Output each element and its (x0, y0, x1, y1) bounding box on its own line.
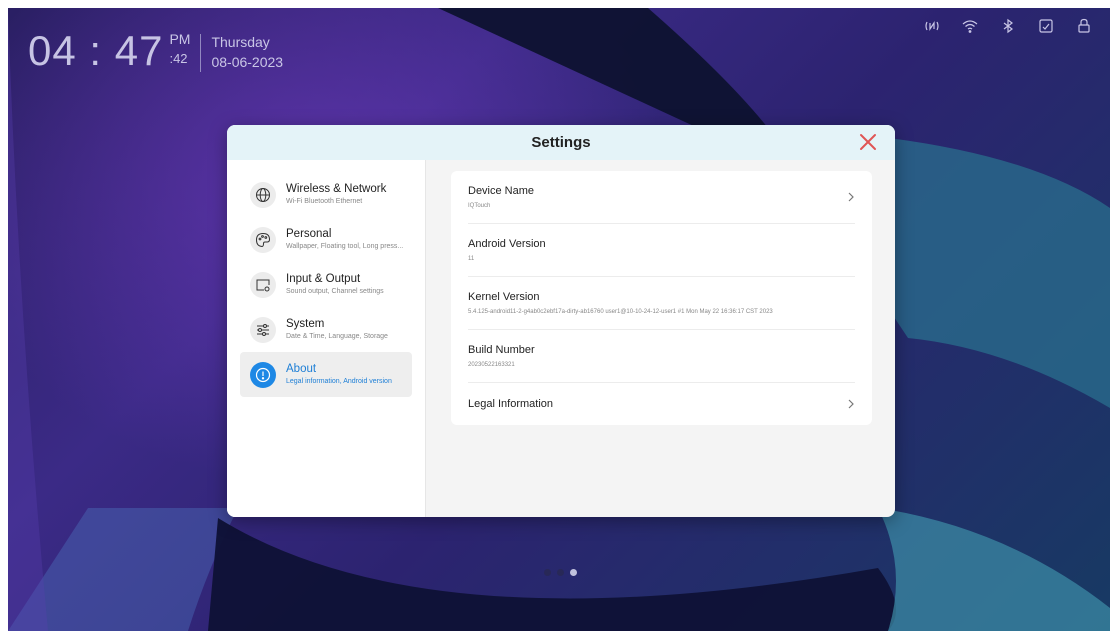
row-title: Build Number (468, 343, 535, 356)
clock-widget: 04 : 47 PM :42 Thursday 08-06-2023 (28, 30, 283, 72)
row-title: Device Name (468, 184, 535, 197)
sidebar-item-subtitle: Wi-Fi Bluetooth Ethernet (286, 198, 363, 205)
row-value: 11 (468, 255, 475, 262)
row-title: Legal Information (468, 398, 553, 410)
date-block: Thursday 08-06-2023 (211, 30, 283, 72)
weekday-label: Thursday (211, 34, 270, 50)
clock-meridiem: PM :42 (169, 30, 190, 66)
sidebar-item-about[interactable]: About Legal information, Android version (240, 352, 412, 397)
sidebar-item-input-output[interactable]: Input & Output Sound output, Channel set… (240, 262, 412, 307)
page-indicator (544, 569, 577, 576)
desktop-screen: 04 : 47 PM :42 Thursday 08-06-2023 Setti… (8, 8, 1110, 631)
about-panel: Device Name IQTouch Android Version 11 K… (451, 171, 872, 425)
row-value: 5.4.125-android11-2-g4ab0c2ebf17a-dirty-… (468, 308, 773, 315)
sliders-icon (250, 316, 276, 343)
dialog-header: Settings (227, 125, 895, 160)
sidebar-item-subtitle: Wallpaper, Floating tool, Long press... (286, 243, 404, 250)
close-button[interactable] (859, 133, 877, 151)
settings-dialog: Settings Wireless & Network Wi-Fi Blueto… (227, 125, 895, 517)
bluetooth-icon[interactable] (1000, 18, 1016, 34)
sidebar-item-label: Personal (286, 228, 332, 240)
lock-icon[interactable] (1076, 18, 1092, 34)
settings-sidebar: Wireless & Network Wi-Fi Bluetooth Ether… (227, 160, 426, 517)
sidebar-item-subtitle: Legal information, Android version (286, 378, 392, 385)
sidebar-item-system[interactable]: System Date & Time, Language, Storage (240, 307, 412, 352)
page-dot-active[interactable] (570, 569, 577, 576)
sidebar-item-wireless-network[interactable]: Wireless & Network Wi-Fi Bluetooth Ether… (240, 172, 412, 217)
row-title: Kernel Version (468, 290, 540, 303)
sidebar-item-subtitle: Sound output, Channel settings (286, 288, 384, 295)
sidebar-item-personal[interactable]: Personal Wallpaper, Floating tool, Long … (240, 217, 412, 262)
sidebar-item-label: About (286, 363, 317, 375)
chevron-right-icon (848, 192, 854, 202)
close-icon[interactable] (859, 133, 877, 151)
clock-divider (200, 34, 202, 72)
device-name-row[interactable]: Device Name IQTouch (468, 171, 855, 224)
chevron-right-icon (848, 399, 854, 409)
screenshot-icon[interactable] (1038, 18, 1054, 34)
kernel-version-row: Kernel Version 5.4.125-android11-2-g4ab0… (468, 277, 855, 330)
am-pm-label: PM (169, 31, 191, 47)
dialog-title: Settings (531, 134, 591, 151)
legal-information-row[interactable]: Legal Information (468, 383, 855, 425)
status-icons (924, 18, 1092, 34)
page-dot[interactable] (557, 569, 564, 576)
android-version-row: Android Version 11 (468, 224, 855, 277)
palette-icon (250, 226, 276, 253)
wifi-icon[interactable] (962, 18, 978, 34)
info-icon (250, 361, 276, 388)
seconds-label: :42 (169, 51, 188, 66)
sidebar-item-subtitle: Date & Time, Language, Storage (286, 333, 388, 340)
clock-time: 04 : 47 (28, 27, 164, 74)
build-number-row: Build Number 20230522163321 (468, 330, 855, 383)
row-value: 20230522163321 (468, 361, 515, 368)
globe-icon (250, 181, 276, 208)
sidebar-item-label: Input & Output (286, 273, 361, 285)
page-dot[interactable] (544, 569, 551, 576)
row-title: Android Version (468, 237, 546, 250)
input-output-icon (250, 271, 276, 298)
sidebar-item-label: System (286, 318, 325, 330)
row-value: IQTouch (468, 202, 491, 209)
date-label: 08-06-2023 (211, 54, 284, 70)
nfc-icon[interactable] (924, 18, 940, 34)
sidebar-item-label: Wireless & Network (286, 183, 387, 195)
